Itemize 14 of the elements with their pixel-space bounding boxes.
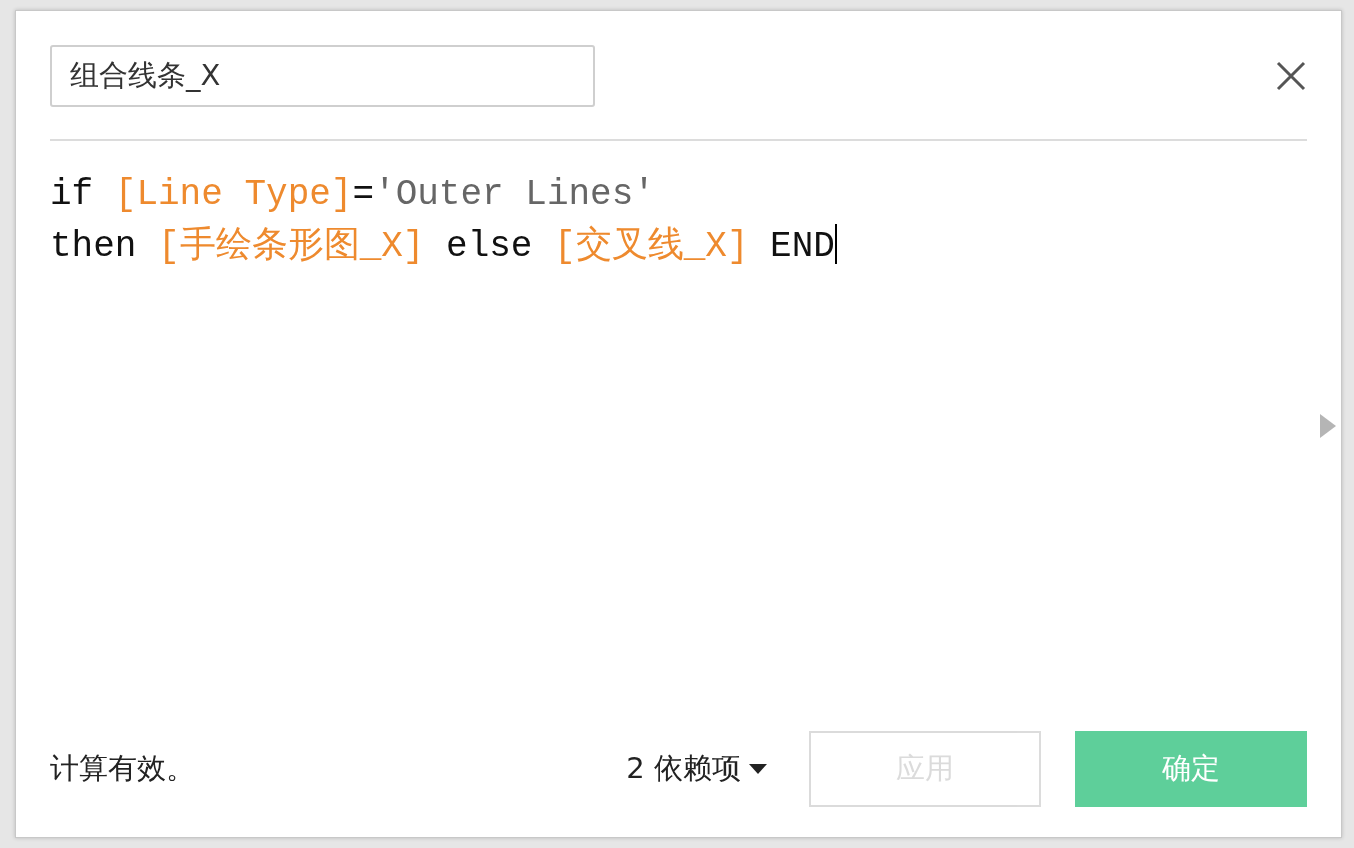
code-keyword: END	[769, 226, 835, 267]
name-field[interactable]: 组合线条_X	[50, 45, 595, 107]
code-keyword: else	[445, 226, 534, 267]
code-keyword: =	[352, 174, 375, 215]
field-reference: [手绘条形图_X]	[158, 226, 425, 267]
dependencies-dropdown[interactable]: 2 依赖项	[626, 747, 767, 791]
field-reference: [Line Type]	[114, 174, 353, 215]
code-keyword: if	[50, 174, 95, 215]
close-icon[interactable]	[1275, 60, 1307, 92]
status-text: 计算有效。	[50, 750, 195, 788]
caret-icon	[749, 764, 767, 774]
string-literal: 'Outer Lines'	[374, 174, 655, 215]
field-reference: [交叉线_X]	[554, 226, 749, 267]
code-keyword: then	[50, 226, 138, 267]
